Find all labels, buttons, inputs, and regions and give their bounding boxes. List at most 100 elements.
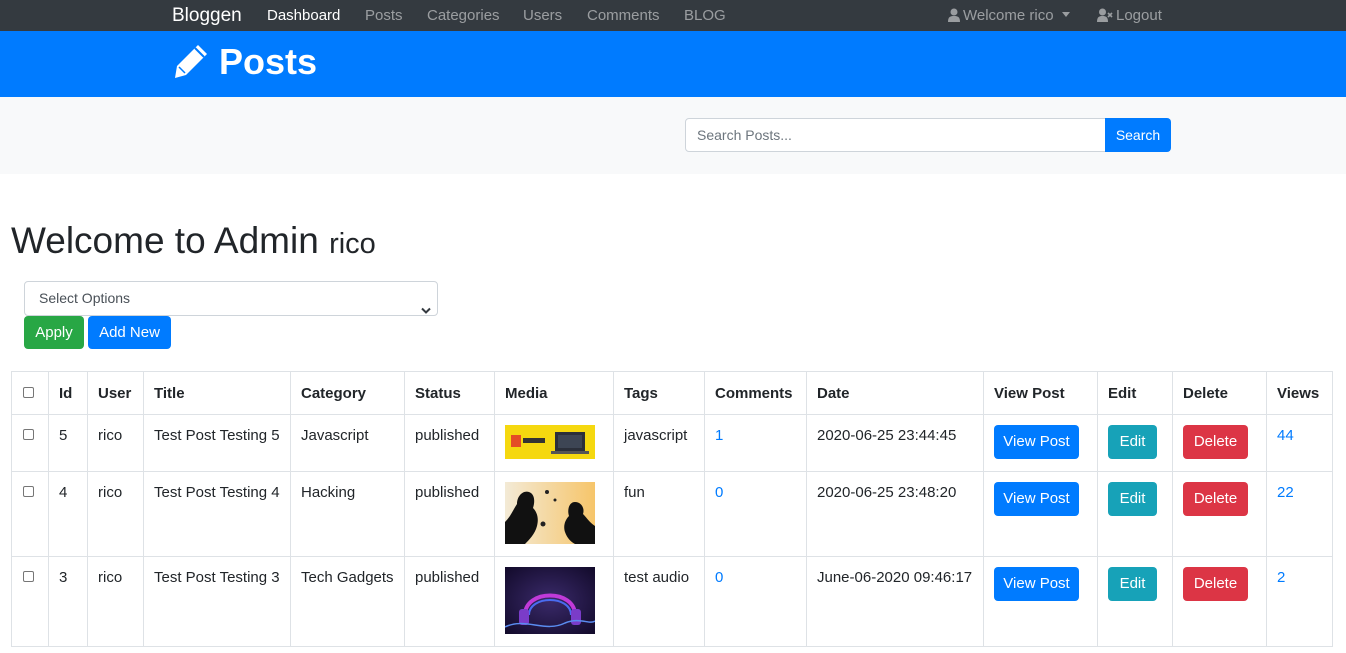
logout-link[interactable]: Logout <box>1097 7 1162 26</box>
col-edit: Edit <box>1097 371 1173 415</box>
col-delete: Delete <box>1172 371 1267 415</box>
welcome-text: Welcome to Admin <box>11 220 319 261</box>
nav-blog[interactable]: BLOG <box>684 7 726 24</box>
cell-views: 2 <box>1266 556 1333 647</box>
apply-button[interactable]: Apply <box>24 316 84 349</box>
user-menu-dropdown[interactable]: Welcome rico <box>948 7 1070 26</box>
chevron-down-icon <box>421 294 431 327</box>
chevron-down-icon <box>1061 12 1070 17</box>
comments-count-link[interactable]: 1 <box>715 427 723 444</box>
row-checkbox-cell <box>11 471 49 557</box>
bulk-options-value: Select Options <box>39 290 131 306</box>
nav-dashboard[interactable]: Dashboard <box>267 7 340 24</box>
cell-date: 2020-06-25 23:48:20 <box>806 471 984 557</box>
cell-delete: Delete <box>1172 414 1267 472</box>
col-id: Id <box>48 371 88 415</box>
cell-status: published <box>404 556 495 647</box>
table-header-row: Id User Title Category Status Media Tags… <box>11 371 1333 415</box>
cell-media <box>494 556 614 647</box>
edit-button[interactable]: Edit <box>1108 567 1157 601</box>
cell-views: 22 <box>1266 471 1333 557</box>
user-menu-label: Welcome rico <box>963 7 1054 24</box>
col-title: Title <box>143 371 291 415</box>
cell-title: Test Post Testing 4 <box>143 471 291 557</box>
cell-title: Test Post Testing 5 <box>143 414 291 472</box>
table-row: 4 rico Test Post Testing 4 Hacking publi… <box>11 471 1333 557</box>
table-row: 5 rico Test Post Testing 5 Javascript pu… <box>11 414 1333 472</box>
views-count-link[interactable]: 44 <box>1277 427 1294 444</box>
view-post-button[interactable]: View Post <box>994 567 1079 601</box>
nav-comments[interactable]: Comments <box>587 7 660 24</box>
view-post-button[interactable]: View Post <box>994 425 1079 459</box>
add-new-button[interactable]: Add New <box>88 316 171 349</box>
row-checkbox-cell <box>11 414 49 472</box>
cell-status: published <box>404 471 495 557</box>
select-all-cell <box>11 371 49 415</box>
cell-comments: 0 <box>704 471 807 557</box>
cell-media <box>494 471 614 557</box>
search-input[interactable] <box>685 118 1106 152</box>
welcome-username: rico <box>329 228 376 260</box>
col-view-post: View Post <box>983 371 1098 415</box>
cell-edit: Edit <box>1097 471 1173 557</box>
cell-edit: Edit <box>1097 414 1173 472</box>
logout-label: Logout <box>1116 7 1162 24</box>
delete-button[interactable]: Delete <box>1183 567 1248 601</box>
col-date: Date <box>806 371 984 415</box>
cell-tags: javascript <box>613 414 705 472</box>
col-user: User <box>87 371 144 415</box>
cell-title: Test Post Testing 3 <box>143 556 291 647</box>
delete-button[interactable]: Delete <box>1183 482 1248 516</box>
cell-delete: Delete <box>1172 556 1267 647</box>
cell-date: June-06-2020 09:46:17 <box>806 556 984 647</box>
col-status: Status <box>404 371 495 415</box>
javascript-thumbnail <box>505 425 595 459</box>
row-checkbox-cell <box>11 556 49 647</box>
row-checkbox[interactable] <box>23 486 34 497</box>
edit-button[interactable]: Edit <box>1108 482 1157 516</box>
cell-id: 3 <box>48 556 88 647</box>
edit-button[interactable]: Edit <box>1108 425 1157 459</box>
cell-category: Javascript <box>290 414 405 472</box>
select-all-checkbox[interactable] <box>23 386 34 398</box>
cell-tags: test audio <box>613 556 705 647</box>
cell-views: 44 <box>1266 414 1333 472</box>
cell-status: published <box>404 414 495 472</box>
silhouettes-thumbnail <box>505 482 595 544</box>
cell-id: 4 <box>48 471 88 557</box>
views-count-link[interactable]: 2 <box>1277 569 1285 586</box>
nav-categories[interactable]: Categories <box>427 7 500 24</box>
col-tags: Tags <box>613 371 705 415</box>
col-media: Media <box>494 371 614 415</box>
row-checkbox[interactable] <box>23 429 34 440</box>
brand-link[interactable]: Bloggen <box>172 5 242 27</box>
cell-view-post: View Post <box>983 414 1098 472</box>
search-button[interactable]: Search <box>1105 118 1171 152</box>
cell-view-post: View Post <box>983 471 1098 557</box>
top-navbar: Bloggen Dashboard Posts Categories Users… <box>0 0 1346 31</box>
search-section: Search <box>0 97 1346 174</box>
cell-comments: 0 <box>704 556 807 647</box>
col-comments: Comments <box>704 371 807 415</box>
comments-count-link[interactable]: 0 <box>715 484 723 501</box>
delete-button[interactable]: Delete <box>1183 425 1248 459</box>
cell-id: 5 <box>48 414 88 472</box>
cell-edit: Edit <box>1097 556 1173 647</box>
comments-count-link[interactable]: 0 <box>715 569 723 586</box>
cell-category: Hacking <box>290 471 405 557</box>
row-checkbox[interactable] <box>23 571 34 582</box>
bulk-options-select[interactable]: Select Options <box>24 281 438 316</box>
table-row: 3 rico Test Post Testing 3 Tech Gadgets … <box>11 556 1333 647</box>
nav-posts[interactable]: Posts <box>365 7 403 24</box>
view-post-button[interactable]: View Post <box>994 482 1079 516</box>
page-title: Posts <box>219 41 318 82</box>
headphones-thumbnail <box>505 567 595 634</box>
views-count-link[interactable]: 22 <box>1277 484 1294 501</box>
nav-users[interactable]: Users <box>523 7 562 24</box>
cell-user: rico <box>87 556 144 647</box>
welcome-heading: Welcome to Admin rico <box>11 218 376 267</box>
page-header: Posts <box>0 31 1346 97</box>
cell-category: Tech Gadgets <box>290 556 405 647</box>
col-views: Views <box>1266 371 1333 415</box>
cell-delete: Delete <box>1172 471 1267 557</box>
